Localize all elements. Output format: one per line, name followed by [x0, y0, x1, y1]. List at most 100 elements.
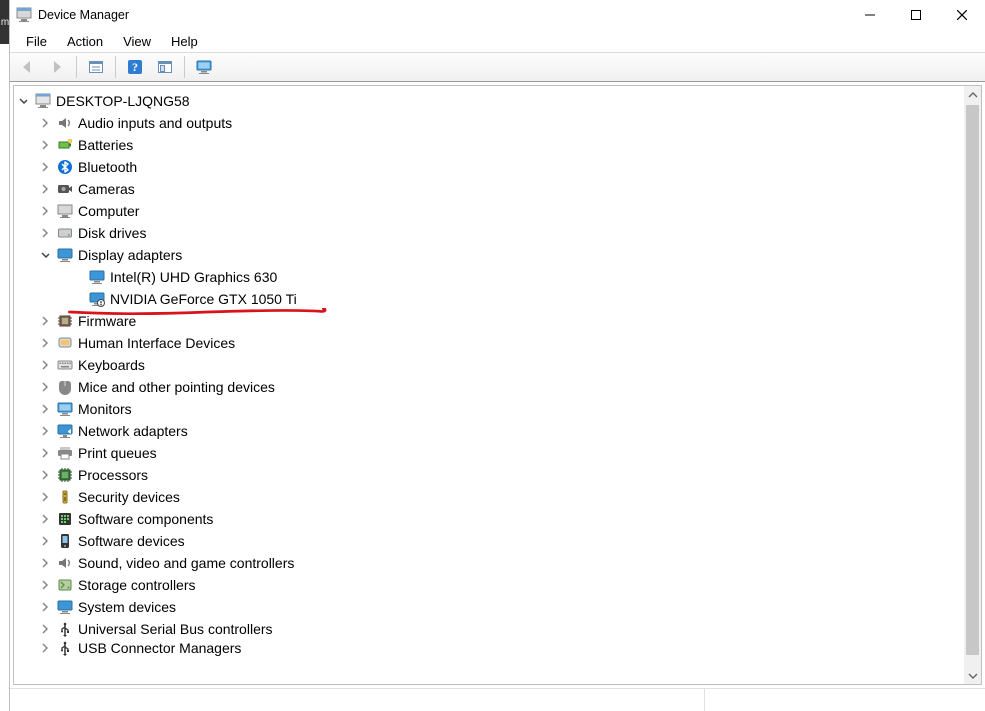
tree-node-keyboards[interactable]: Keyboards	[40, 354, 964, 376]
expand-icon[interactable]	[40, 536, 54, 546]
expand-icon[interactable]	[40, 228, 54, 238]
expand-icon[interactable]	[40, 382, 54, 392]
sliver-text: m	[1, 17, 9, 28]
status-pane-2	[705, 689, 985, 711]
back-icon[interactable]	[14, 54, 40, 80]
tree-node-label: Display adapters	[78, 244, 182, 266]
tree-node-label: Sound, video and game controllers	[78, 552, 294, 574]
expand-icon[interactable]	[40, 360, 54, 370]
titlebar[interactable]: Device Manager	[10, 0, 985, 30]
expand-icon[interactable]	[40, 643, 54, 653]
statusbar	[10, 688, 985, 711]
expand-icon[interactable]	[40, 140, 54, 150]
help-icon[interactable]: ?	[122, 54, 148, 80]
expand-icon[interactable]	[40, 558, 54, 568]
status-pane-1	[10, 689, 705, 711]
expand-icon[interactable]	[40, 162, 54, 172]
toolbar-separator	[115, 56, 116, 78]
security-icon	[56, 489, 74, 505]
tree-node-processors[interactable]: Processors	[40, 464, 964, 486]
scroll-down-button[interactable]	[964, 667, 981, 684]
close-button[interactable]	[939, 0, 985, 30]
scroll-track[interactable]	[964, 103, 981, 667]
toolbar: ?	[10, 52, 985, 82]
expand-icon[interactable]	[40, 624, 54, 634]
tree-node-computer[interactable]: Computer	[40, 200, 964, 222]
tree-node-display-adapters[interactable]: Display adapters	[40, 244, 964, 266]
tree-node-bluetooth[interactable]: Bluetooth	[40, 156, 964, 178]
tree-node-label: DESKTOP-LJQNG58	[56, 90, 190, 112]
tree-node-label: Mice and other pointing devices	[78, 376, 275, 398]
window-title: Device Manager	[38, 8, 129, 22]
monitor-icon[interactable]	[191, 54, 217, 80]
tree-node-mice-and-other-pointing-devices[interactable]: Mice and other pointing devices	[40, 376, 964, 398]
tree-node-sound-video-and-game-controllers[interactable]: Sound, video and game controllers	[40, 552, 964, 574]
chip-icon	[56, 313, 74, 329]
tree-node-label: Human Interface Devices	[78, 332, 235, 354]
show-hidden-icon[interactable]	[83, 54, 109, 80]
expand-icon[interactable]	[40, 184, 54, 194]
tree-node-usb-connector-managers[interactable]: USB Connector Managers	[40, 640, 964, 656]
expand-icon[interactable]	[40, 426, 54, 436]
forward-icon[interactable]	[44, 54, 70, 80]
expand-icon[interactable]	[40, 448, 54, 458]
tree-node-software-devices[interactable]: Software devices	[40, 530, 964, 552]
expand-icon[interactable]	[40, 492, 54, 502]
tree-node-label: Batteries	[78, 134, 133, 156]
expand-icon[interactable]	[40, 404, 54, 414]
tree-node-software-components[interactable]: Software components	[40, 508, 964, 530]
display-warn-icon	[88, 291, 106, 307]
computer-icon	[56, 203, 74, 219]
tree-leaf-nvidia-geforce-gtx-1050-ti[interactable]: NVIDIA GeForce GTX 1050 Ti	[72, 288, 964, 310]
maximize-button[interactable]	[893, 0, 939, 30]
device-tree[interactable]: DESKTOP-LJQNG58Audio inputs and outputsB…	[14, 86, 964, 684]
vertical-scrollbar[interactable]	[964, 86, 981, 684]
tree-leaf-intel-r-uhd-graphics-630[interactable]: Intel(R) UHD Graphics 630	[72, 266, 964, 288]
menu-item-view[interactable]: View	[113, 32, 161, 51]
tree-node-label: Monitors	[78, 398, 132, 420]
tree-node-monitors[interactable]: Monitors	[40, 398, 964, 420]
expand-icon[interactable]	[40, 580, 54, 590]
scroll-up-button[interactable]	[964, 86, 981, 103]
tree-node-label: USB Connector Managers	[78, 640, 241, 656]
tree-node-network-adapters[interactable]: Network adapters	[40, 420, 964, 442]
expand-icon[interactable]	[40, 338, 54, 348]
tree-node-label: Network adapters	[78, 420, 188, 442]
tree-node-system-devices[interactable]: System devices	[40, 596, 964, 618]
tree-node-label: Disk drives	[78, 222, 146, 244]
tree-node-disk-drives[interactable]: Disk drives	[40, 222, 964, 244]
menu-item-help[interactable]: Help	[161, 32, 208, 51]
tree-node-root[interactable]: DESKTOP-LJQNG58	[18, 90, 964, 112]
tree-node-universal-serial-bus-controllers[interactable]: Universal Serial Bus controllers	[40, 618, 964, 640]
monitor-icon	[56, 401, 74, 417]
menu-item-action[interactable]: Action	[57, 32, 113, 51]
menu-item-file[interactable]: File	[16, 32, 57, 51]
tree-node-storage-controllers[interactable]: Storage controllers	[40, 574, 964, 596]
tree-node-firmware[interactable]: Firmware	[40, 310, 964, 332]
collapse-icon[interactable]	[18, 96, 32, 106]
scroll-thumb[interactable]	[966, 105, 979, 655]
expand-icon[interactable]	[40, 514, 54, 524]
mouse-icon	[56, 379, 74, 395]
tree-node-audio-inputs-and-outputs[interactable]: Audio inputs and outputs	[40, 112, 964, 134]
expand-icon[interactable]	[40, 206, 54, 216]
tree-node-cameras[interactable]: Cameras	[40, 178, 964, 200]
minimize-button[interactable]	[847, 0, 893, 30]
disk-icon	[56, 225, 74, 241]
swdev-icon	[56, 533, 74, 549]
expand-icon[interactable]	[40, 602, 54, 612]
tree-node-human-interface-devices[interactable]: Human Interface Devices	[40, 332, 964, 354]
background-window-sliver: m	[0, 0, 10, 44]
tree-node-label: Software devices	[78, 530, 185, 552]
expand-icon[interactable]	[40, 316, 54, 326]
scan-icon[interactable]	[152, 54, 178, 80]
tree-node-batteries[interactable]: Batteries	[40, 134, 964, 156]
tree-node-label: Universal Serial Bus controllers	[78, 618, 273, 640]
tree-node-label: Firmware	[78, 310, 136, 332]
expand-icon[interactable]	[40, 118, 54, 128]
collapse-icon[interactable]	[40, 250, 54, 260]
expand-icon[interactable]	[40, 470, 54, 480]
tree-node-security-devices[interactable]: Security devices	[40, 486, 964, 508]
tree-node-print-queues[interactable]: Print queues	[40, 442, 964, 464]
window-controls	[847, 0, 985, 30]
